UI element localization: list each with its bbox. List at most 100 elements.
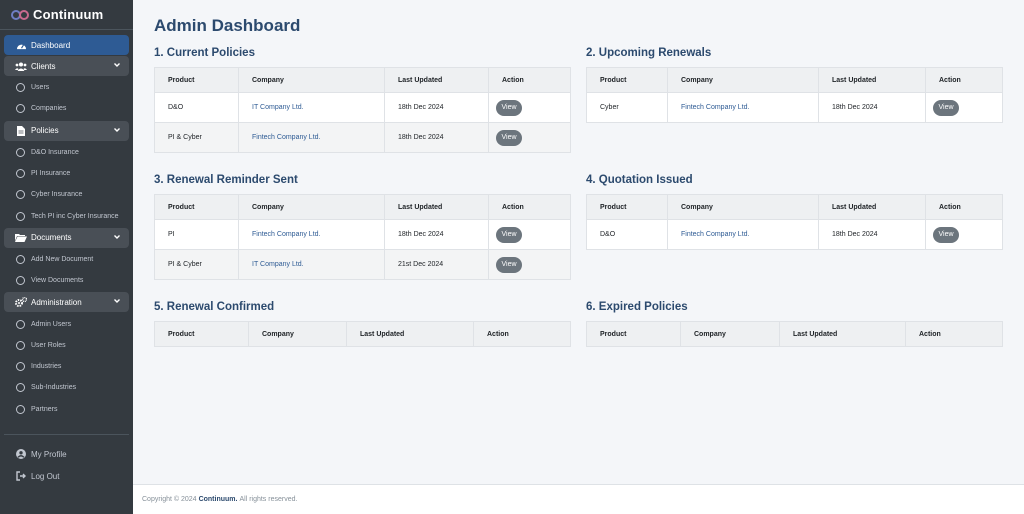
sidebar-subitem-label: View Documents — [31, 277, 84, 285]
footer: Copyright © 2024 Continuum. All rights r… — [133, 484, 1024, 514]
sidebar-item-administration[interactable]: Administration — [4, 292, 129, 313]
sidebar-subitem-cyber-insurance[interactable]: Cyber Insurance — [0, 184, 133, 205]
circle-icon — [16, 169, 25, 179]
sidebar-subitem-view-documents[interactable]: View Documents — [0, 270, 133, 291]
column-header-product: Product — [586, 67, 668, 93]
panel-title: 5. Renewal Confirmed — [154, 301, 275, 313]
sidebar-item-log-out[interactable]: Log Out — [4, 465, 129, 487]
panel-upcoming-renewals: 2. Upcoming Renewals Product Company Las… — [586, 47, 1003, 123]
brand-name: Continuum — [33, 7, 104, 22]
cell-product: PI & Cyber — [154, 122, 239, 153]
chevron-down-icon — [114, 299, 120, 304]
column-header-company: Company — [667, 67, 819, 93]
circle-icon — [16, 362, 25, 372]
sidebar-item-dashboard[interactable]: Dashboard — [4, 35, 129, 55]
panel-title: 3. Renewal Reminder Sent — [154, 174, 298, 186]
company-link[interactable]: IT Company Ltd. — [238, 249, 385, 280]
cell-product: Cyber — [586, 92, 668, 123]
column-header-company: Company — [238, 67, 385, 93]
company-link[interactable]: Fintech Company Ltd. — [667, 92, 819, 123]
chevron-down-icon — [114, 234, 120, 239]
circle-icon — [16, 83, 25, 93]
sidebar-item-policies[interactable]: Policies — [4, 120, 129, 141]
column-header-last-updated: Last Updated — [779, 321, 906, 347]
sidebar-item-label: My Profile — [31, 449, 67, 459]
cell-action: View — [488, 249, 571, 280]
column-header-last-updated: Last Updated — [346, 321, 474, 347]
sidebar-item-label: Clients — [31, 61, 56, 71]
sidebar-subitem-label: Tech PI inc Cyber Insurance — [31, 212, 119, 220]
cell-last-updated: 18th Dec 2024 — [818, 92, 926, 123]
panel-title: 4. Quotation Issued — [586, 174, 693, 186]
view-button[interactable]: View — [496, 256, 522, 273]
brand[interactable]: Continuum — [0, 0, 133, 30]
cell-last-updated: 18th Dec 2024 — [818, 219, 926, 250]
column-header-last-updated: Last Updated — [384, 194, 489, 220]
company-link[interactable]: IT Company Ltd. — [238, 92, 385, 123]
sidebar-bottom-nav: My Profile Log Out — [0, 443, 133, 487]
panel-current-policies: 1. Current Policies Product Company Last… — [154, 47, 571, 153]
column-header-action: Action — [473, 321, 571, 347]
view-button[interactable]: View — [933, 99, 959, 116]
company-link[interactable]: Fintech Company Ltd. — [238, 219, 385, 250]
panel-title: 2. Upcoming Renewals — [586, 47, 712, 59]
view-button[interactable]: View — [496, 99, 522, 116]
table-row: D&O IT Company Ltd. 18th Dec 2024 View — [154, 92, 571, 123]
sidebar-subitem-industries[interactable]: Industries — [0, 356, 133, 377]
sidebar-subitem-label: D&O Insurance — [31, 148, 79, 156]
panel-quotation-issued: 4. Quotation Issued Product Company Last… — [586, 174, 1003, 250]
table-row: PI & Cyber IT Company Ltd. 21st Dec 2024… — [154, 249, 571, 280]
sidebar-subitem-pi-insurance[interactable]: PI Insurance — [0, 163, 133, 184]
page-title: Admin Dashboard — [154, 16, 301, 35]
upcoming-renewals-table: Product Company Last Updated Action Cybe… — [586, 67, 1003, 123]
circle-icon — [16, 383, 25, 393]
main-content: Admin Dashboard 1. Current Policies Prod… — [133, 0, 1024, 484]
sidebar-item-documents[interactable]: Documents — [4, 227, 129, 248]
cell-action: View — [925, 219, 1003, 250]
column-header-product: Product — [586, 194, 668, 220]
column-header-product: Product — [154, 321, 249, 347]
column-header-last-updated: Last Updated — [384, 67, 489, 93]
cell-last-updated: 18th Dec 2024 — [384, 122, 489, 153]
column-header-company: Company — [238, 194, 385, 220]
sidebar-divider — [4, 434, 129, 435]
company-link[interactable]: Fintech Company Ltd. — [238, 122, 385, 153]
column-header-action: Action — [488, 67, 571, 93]
renewal-reminder-table: Product Company Last Updated Action PI F… — [154, 194, 571, 280]
sidebar-subitem-sub-industries[interactable]: Sub-Industries — [0, 377, 133, 398]
sidebar-subitem-do-insurance[interactable]: D&O Insurance — [0, 142, 133, 163]
column-header-company: Company — [248, 321, 347, 347]
sidebar-subitem-user-roles[interactable]: User Roles — [0, 335, 133, 356]
sidebar-subitem-tech-pi-cyber[interactable]: Tech PI inc Cyber Insurance — [0, 205, 133, 226]
sign-out-icon — [15, 471, 27, 481]
sidebar-item-clients[interactable]: Clients — [4, 56, 129, 76]
view-button[interactable]: View — [496, 129, 522, 146]
sidebar-item-my-profile[interactable]: My Profile — [4, 443, 129, 465]
sidebar-subitem-users[interactable]: Users — [0, 77, 133, 98]
sidebar-item-label: Documents — [31, 233, 72, 243]
sidebar-subitem-label: PI Insurance — [31, 170, 71, 178]
sidebar-subitem-label: Industries — [31, 363, 62, 371]
view-button[interactable]: View — [933, 226, 959, 243]
cell-last-updated: 18th Dec 2024 — [384, 219, 489, 250]
column-header-action: Action — [925, 194, 1003, 220]
table-row: PI & Cyber Fintech Company Ltd. 18th Dec… — [154, 122, 571, 153]
cell-last-updated: 18th Dec 2024 — [384, 92, 489, 123]
cell-action: View — [925, 92, 1003, 123]
footer-copyright: Copyright © 2024 — [142, 496, 197, 503]
column-header-product: Product — [586, 321, 681, 347]
file-icon — [15, 125, 27, 136]
current-policies-table: Product Company Last Updated Action D&O … — [154, 67, 571, 153]
footer-brand-link[interactable]: Continuum. — [199, 496, 238, 503]
quotation-issued-table: Product Company Last Updated Action D&O … — [586, 194, 1003, 250]
sidebar-subitem-companies[interactable]: Companies — [0, 98, 133, 119]
sidebar-subitem-partners[interactable]: Partners — [0, 399, 133, 420]
sidebar-subitem-add-document[interactable]: Add New Document — [0, 249, 133, 270]
circle-icon — [16, 147, 25, 157]
users-icon — [15, 61, 27, 71]
column-header-product: Product — [154, 67, 239, 93]
company-link[interactable]: Fintech Company Ltd. — [667, 219, 819, 250]
sidebar-subitem-admin-users[interactable]: Admin Users — [0, 313, 133, 334]
cell-action: View — [488, 219, 571, 250]
view-button[interactable]: View — [496, 226, 522, 243]
